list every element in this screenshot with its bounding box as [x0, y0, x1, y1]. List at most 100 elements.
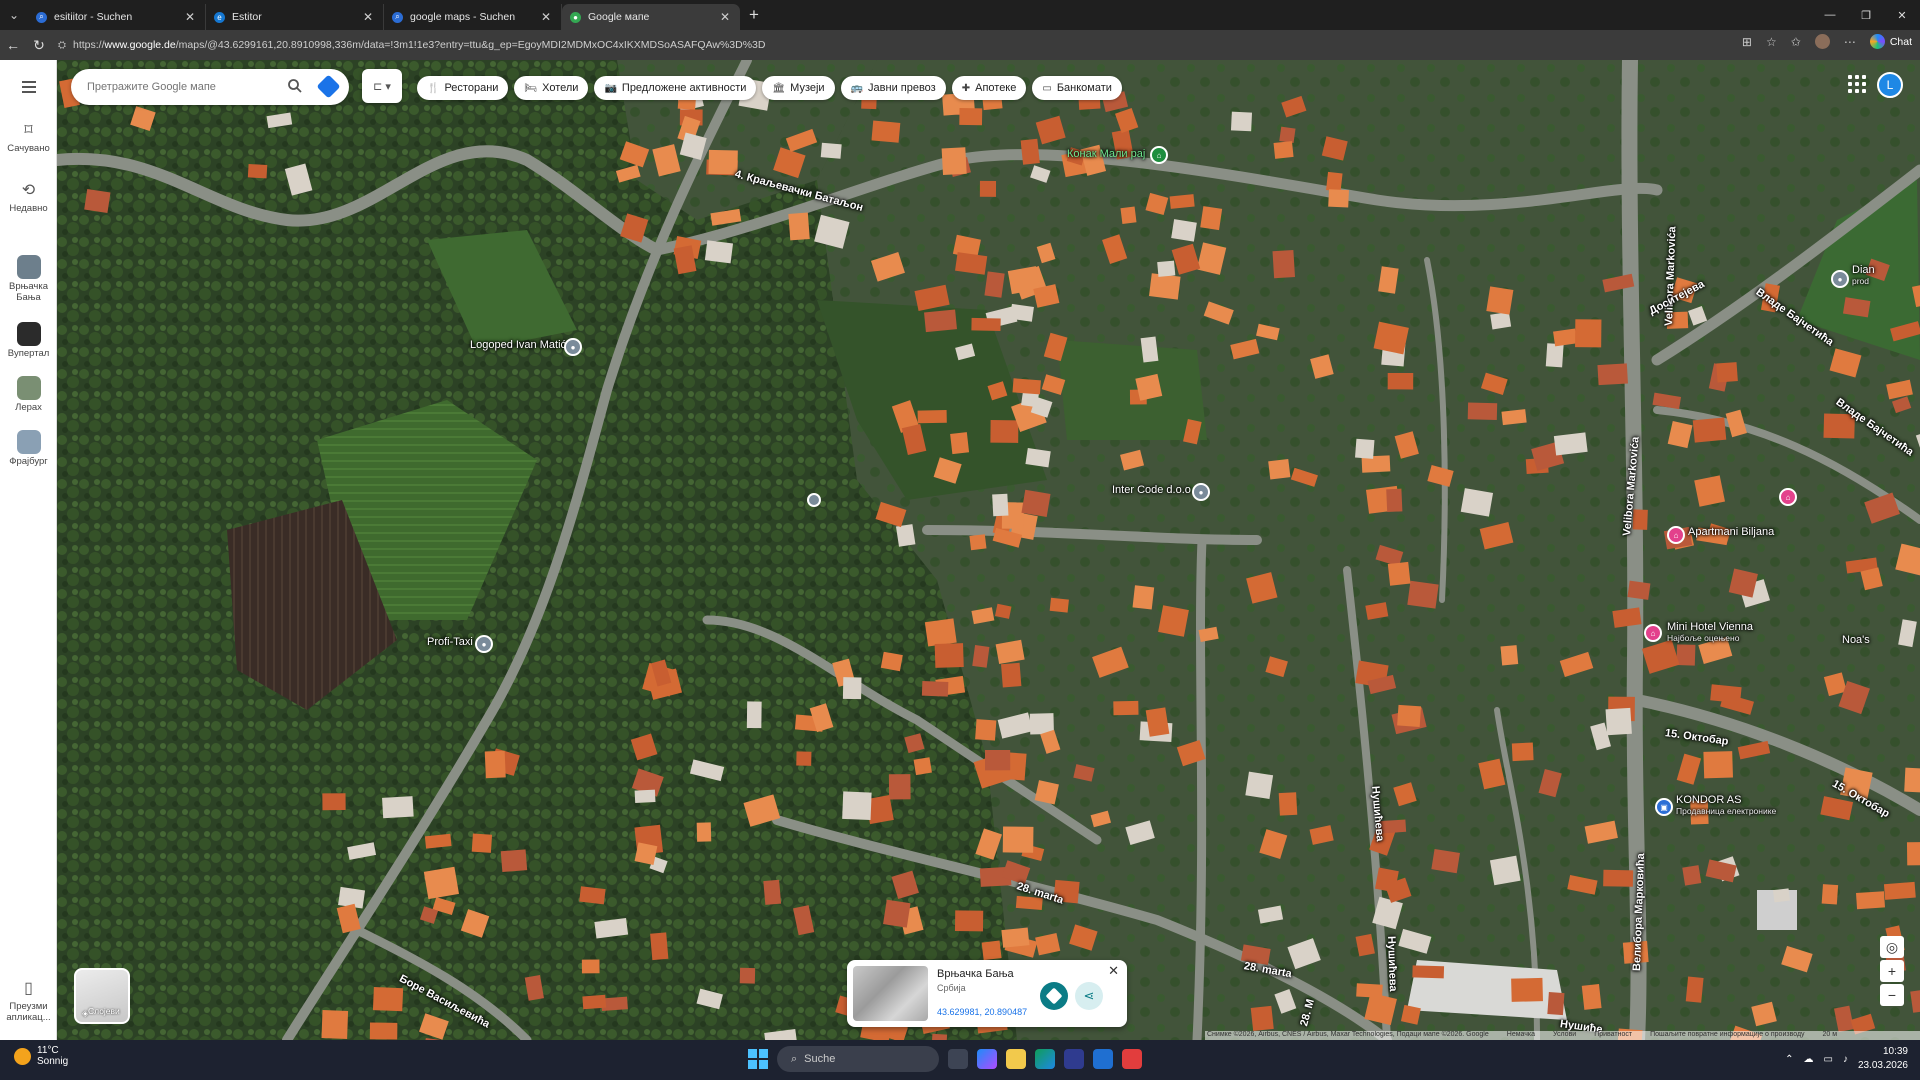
hotel-pin-icon[interactable]: ⌂ [1150, 146, 1168, 164]
weather-widget[interactable]: 11°C Sonnig [14, 1045, 68, 1067]
mail-icon[interactable] [1093, 1049, 1113, 1069]
transport-mode-button[interactable]: ⊏ ▾ [362, 69, 402, 103]
close-tab-icon[interactable]: ✕ [363, 10, 373, 24]
chip-pharmacies[interactable]: ✚ Апотеке [951, 76, 1027, 100]
clock[interactable]: 10:39 23.03.2026 [1858, 1045, 1908, 1073]
reload-icon[interactable]: ↻ [26, 37, 52, 54]
close-tab-icon[interactable]: ✕ [185, 10, 195, 24]
maximize-icon[interactable]: ❐ [1848, 0, 1884, 30]
more-menu-icon[interactable]: ⋯ [1844, 35, 1856, 49]
office-pin-icon[interactable]: ● [1192, 483, 1210, 501]
chevron-up-icon[interactable]: ⌃ [1785, 1054, 1793, 1065]
volume-icon[interactable]: ♪ [1843, 1054, 1848, 1065]
google-apps-icon[interactable] [1848, 75, 1866, 93]
chip-atms[interactable]: ▭ Банкомати [1032, 76, 1122, 100]
place-label-kondor[interactable]: KONDOR AS Продавница електронике [1676, 794, 1776, 816]
rooftop [321, 1010, 349, 1039]
chip-museums[interactable]: 🏛 Музеји [762, 76, 835, 100]
copilot-chat-button[interactable]: Chat [1869, 34, 1912, 49]
layers-button[interactable]: ◈ Слојеви [74, 968, 130, 1024]
url-field[interactable]: ⛭ https://www.google.de/maps/@43.6299161… [58, 34, 1768, 56]
store-icon[interactable] [1064, 1049, 1084, 1069]
edge-browser-icon[interactable] [1035, 1049, 1055, 1069]
region-link[interactable]: Немачка [1507, 1031, 1535, 1040]
copilot-icon[interactable] [977, 1049, 997, 1069]
place-coordinates[interactable]: 43.629981, 20.890487 [937, 1007, 1027, 1017]
place-label-intercode[interactable]: Inter Code d.o.o [1112, 484, 1191, 496]
bookmark-star-icon[interactable]: ☆ [1766, 35, 1777, 49]
file-explorer-icon[interactable] [1006, 1049, 1026, 1069]
network-icon[interactable]: ▭ [1823, 1054, 1832, 1065]
tab-google-search[interactable]: ⌕ google maps - Suchen ✕ [384, 4, 562, 30]
recent-place-freiburg[interactable]: Фрајбург [0, 430, 57, 467]
privacy-link[interactable]: Приватност [1594, 1031, 1632, 1040]
close-tab-icon[interactable]: ✕ [541, 10, 551, 24]
place-thumbnail[interactable] [853, 966, 928, 1021]
place-label-profi-taxi[interactable]: Profi-Taxi [427, 636, 473, 648]
menu-icon[interactable] [22, 81, 36, 96]
place-name: Mini Hotel Vienna [1667, 621, 1754, 633]
place-label-logoped[interactable]: Logoped Ivan Matić [470, 339, 566, 351]
recent-place-wuppertal[interactable]: Вупертал [0, 322, 57, 359]
shopping-pin-icon[interactable]: ▣ [1655, 798, 1673, 816]
tab-google-maps[interactable]: ● Google мапе ✕ [562, 4, 740, 30]
search-input[interactable] [87, 81, 277, 93]
taxi-pin-icon[interactable]: ● [475, 635, 493, 653]
place-pin-icon[interactable]: ● [564, 338, 582, 356]
zoom-out-button[interactable]: − [1880, 984, 1904, 1006]
feedback-link[interactable]: Пошаљите повратне информације о производ… [1650, 1031, 1804, 1040]
sidebar-item-recent[interactable]: ⟲ Недавно [0, 180, 57, 214]
close-window-icon[interactable]: ✕ [1884, 0, 1920, 30]
lodging-pin-icon[interactable]: ⌂ [1779, 488, 1797, 506]
search-icon[interactable] [287, 78, 303, 94]
recent-place-lerah[interactable]: Лерах [0, 376, 57, 413]
search-box[interactable] [71, 69, 349, 105]
chip-restaurants[interactable]: 🍴 Ресторани [417, 76, 509, 100]
my-location-icon[interactable]: ◎ [1880, 936, 1904, 958]
close-icon[interactable]: ✕ [1108, 963, 1119, 979]
favorites-icon[interactable]: ✩ [1791, 35, 1801, 49]
back-arrow-icon[interactable]: ← [0, 37, 26, 53]
lodging-pin-icon[interactable]: ⌂ [1644, 624, 1662, 642]
tab-estitor[interactable]: e Estitor ✕ [206, 4, 384, 30]
app-available-icon[interactable]: ⊞ [1742, 35, 1752, 49]
scale-bar[interactable]: 20 м [1823, 1031, 1838, 1040]
place-label-konak[interactable]: Конак Мали рај [1067, 148, 1145, 160]
lodging-pin-icon[interactable]: ⌂ [1667, 526, 1685, 544]
cloud-icon[interactable]: ☁ [1803, 1054, 1813, 1065]
new-tab-button[interactable]: + [740, 5, 768, 25]
close-tab-icon[interactable]: ✕ [720, 10, 730, 24]
task-view-icon[interactable] [948, 1049, 968, 1069]
tab-esitiitor[interactable]: ⌕ esitiitor - Suchen ✕ [28, 4, 206, 30]
place-label-dian[interactable]: Dian prod [1852, 264, 1875, 286]
profile-icon[interactable] [1814, 34, 1830, 49]
zoom-in-button[interactable]: + [1880, 960, 1904, 982]
place-thumbnail [16, 376, 41, 400]
directions-icon[interactable] [316, 74, 341, 99]
tab-list-icon[interactable]: ⌄ [0, 0, 28, 30]
share-button[interactable]: ⋖ [1075, 982, 1103, 1010]
place-info-card[interactable]: Врњачка Бања Србија 43.629981, 20.890487… [847, 960, 1127, 1027]
windows-start-icon[interactable] [748, 1049, 768, 1069]
terms-link[interactable]: Услови [1553, 1031, 1576, 1040]
recent-place-vrnjacka[interactable]: Врњачка Бања [0, 255, 57, 303]
download-app-button[interactable]: ▯ Преузми апликац... [0, 978, 57, 1023]
sidebar-item-saved[interactable]: ⌑ Сачувано [0, 120, 57, 154]
app-icon[interactable] [1122, 1049, 1142, 1069]
rooftop [1855, 891, 1886, 910]
chip-hotels[interactable]: 🛏 Хотели [514, 76, 589, 100]
site-info-icon[interactable]: ⛭ [58, 40, 66, 51]
place-label-mini-hotel-vienna[interactable]: Mini Hotel Vienna Најбоље оцењено [1667, 621, 1753, 643]
chip-transit[interactable]: 🚌 Јавни превоз [840, 76, 946, 100]
account-avatar[interactable]: L [1877, 72, 1903, 98]
directions-button[interactable] [1040, 982, 1068, 1010]
place-label-apartmani-biljana[interactable]: Apartmani Biljana [1688, 526, 1774, 538]
satellite-map[interactable]: 4. Краљевачки Батаљон Velibora Markovića… [57, 60, 1920, 1040]
taskbar-search[interactable]: ⌕ Suche [777, 1046, 939, 1072]
minimize-icon[interactable]: — [1812, 0, 1848, 30]
download-app-label: Преузми апликац... [6, 1001, 51, 1023]
place-label-noas[interactable]: Noa's [1842, 634, 1870, 646]
chip-things-to-do[interactable]: 📷 Предложене активности [594, 76, 757, 100]
place-pin-icon[interactable]: ● [1831, 270, 1849, 288]
place-pin-icon[interactable] [807, 493, 821, 507]
